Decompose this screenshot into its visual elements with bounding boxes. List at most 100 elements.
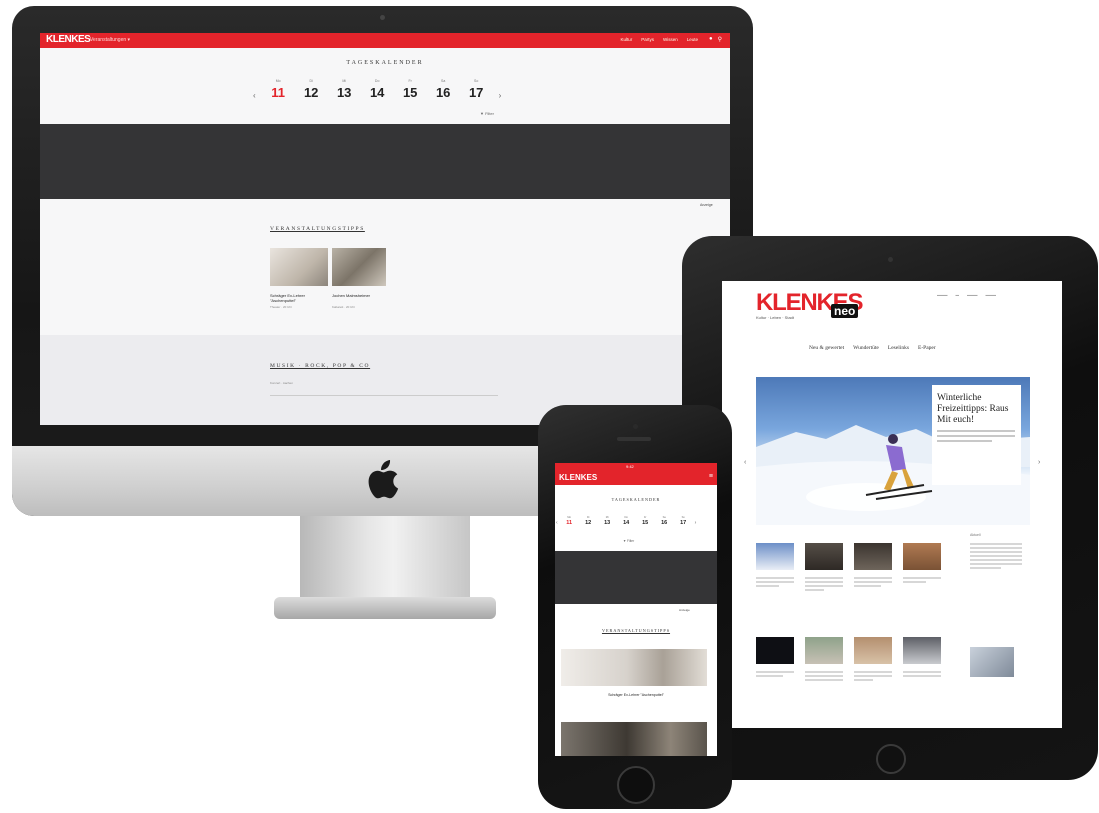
neo-badge: neo <box>831 304 859 318</box>
hero-textbox[interactable]: Winterliche Freizeittipps: Raus Mit euch… <box>932 385 1021 485</box>
user-icon[interactable]: ● <box>709 36 713 43</box>
imac-camera <box>380 15 385 20</box>
desktop-screen: KLENKES Veranstaltungen ▾ Kultur Partys … <box>40 33 730 425</box>
article-thumbnail[interactable] <box>854 543 892 570</box>
calendar-day[interactable]: Di 12 <box>581 516 596 526</box>
article-teaser <box>854 575 892 589</box>
event-title[interactable]: Schräger Ex-Lehrer "Aschenputtel" <box>270 293 328 303</box>
nav-item[interactable]: Wissen <box>663 37 678 42</box>
article-teaser <box>756 575 794 589</box>
main-nav: Kultur Partys Wissen Leute <box>620 37 698 42</box>
article-thumbnail[interactable] <box>903 543 941 570</box>
hero-headline[interactable]: Winterliche Freizeittipps: Raus Mit euch… <box>937 393 1021 426</box>
calendar-title: TAGESKALENDER <box>611 497 661 502</box>
calendar-day[interactable]: Fr 15 <box>400 79 421 100</box>
nav-item[interactable]: Partys <box>641 37 654 42</box>
section-title[interactable]: MUSIK · ROCK, POP & CO <box>270 363 370 369</box>
prev-arrow-icon[interactable]: ‹ <box>253 91 256 100</box>
calendar-title: TAGESKALENDER <box>346 60 424 66</box>
event-meta: Kabarett · 20 Uhr <box>332 305 356 309</box>
article-teaser <box>903 575 941 585</box>
ad-label: Anzeige <box>679 608 690 612</box>
section-title[interactable]: VERANSTALTUNGSTIPPS <box>270 226 365 232</box>
article-thumbnail[interactable] <box>903 637 941 664</box>
calendar-day[interactable]: So 17 <box>676 516 691 526</box>
ipad-camera <box>888 257 893 262</box>
filter-button[interactable]: ▼ Filter <box>480 111 494 116</box>
divider <box>270 395 498 396</box>
article-teaser <box>854 669 892 683</box>
day-calendar: ‹ Mo 11 Di 12 Mi 13 Do 14 Fr 15 Sa 16 So 17 › <box>253 79 501 100</box>
calendar-day[interactable]: Sa 16 <box>433 79 454 100</box>
iphone-home-button <box>617 766 655 804</box>
prev-arrow-icon[interactable]: ‹ <box>556 520 558 526</box>
apple-logo-icon <box>368 460 399 499</box>
phone-screen: 9:42 KLENKES ≡ TAGESKALENDER ‹ Mo 11 Di 12… <box>555 463 717 756</box>
sidebar-ad[interactable] <box>970 647 1014 677</box>
calendar-day[interactable]: Mi 13 <box>334 79 355 100</box>
calendar-day[interactable]: So 17 <box>466 79 487 100</box>
article-thumbnail[interactable] <box>756 543 794 570</box>
tablet-screen: KLENKES neo Kultur · Leben · Stadt ▬▬▬ ▬ ▬… <box>722 281 1062 728</box>
calendar-day[interactable]: Do 14 <box>619 516 634 526</box>
article-teaser <box>903 669 941 679</box>
section-title[interactable]: VERANSTALTUNGSTIPPS <box>555 628 717 633</box>
sidebar-text <box>970 541 1022 571</box>
imac-stand <box>300 516 470 600</box>
ipad-home-button <box>876 744 906 774</box>
prev-arrow-icon[interactable]: ‹ <box>744 459 746 466</box>
hero-slider[interactable]: Winterliche Freizeittipps: Raus Mit euch… <box>756 377 1030 525</box>
event-meta: Theater · 20 Uhr <box>270 305 293 309</box>
site-logo[interactable]: KLENKES <box>46 34 91 45</box>
status-bar <box>555 463 717 471</box>
event-thumbnail[interactable] <box>561 649 707 686</box>
calendar-day[interactable]: Fr 15 <box>638 516 653 526</box>
event-thumbnail[interactable] <box>561 722 707 756</box>
status-time: 9:42 <box>626 464 634 469</box>
calendar-day[interactable]: Do 14 <box>367 79 388 100</box>
header-icons: ● ⚲ <box>709 36 722 43</box>
article-thumbnail[interactable] <box>854 637 892 664</box>
calendar-day[interactable]: Di 12 <box>301 79 322 100</box>
ad-banner <box>555 551 717 604</box>
event-thumbnail[interactable] <box>270 248 328 286</box>
article-teaser <box>805 669 843 683</box>
filter-button[interactable]: ▼ Filter <box>623 539 634 543</box>
hero-teaser <box>937 430 1015 445</box>
ad-label: Anzeige <box>700 203 713 207</box>
article-thumbnail[interactable] <box>805 543 843 570</box>
tagline: Kultur · Leben · Stadt <box>756 315 795 320</box>
event-title[interactable]: Schräger Ex-Lehrer "Aschenputtel" <box>555 693 717 697</box>
search-icon[interactable]: ⚲ <box>718 36 722 43</box>
nav-item[interactable]: Kultur <box>620 37 632 42</box>
ad-banner <box>40 124 730 199</box>
event-title[interactable]: Jochen Malmsheimer <box>332 293 386 298</box>
article-thumbnail[interactable] <box>805 637 843 664</box>
nav-item[interactable]: E-Paper <box>918 345 936 351</box>
nav-item[interactable]: Wundertüte <box>853 345 879 351</box>
article-teaser <box>805 575 843 593</box>
iphone-camera <box>633 424 638 429</box>
day-calendar: ‹ Mo 11 Di 12 Mi 13 Do 14 Fr 15 Sa 16 So 17 › <box>556 516 696 526</box>
menu-icon[interactable]: ≡ <box>709 473 713 480</box>
calendar-day[interactable]: Mo 11 <box>562 516 577 526</box>
top-links: ▬▬▬ ▬ ▬▬▬ ▬▬▬ <box>937 293 996 297</box>
calendar-day[interactable]: Sa 16 <box>657 516 672 526</box>
next-arrow-icon[interactable]: › <box>1038 459 1040 466</box>
calendar-day[interactable]: Mi 13 <box>600 516 615 526</box>
calendar-day[interactable]: Mo 11 <box>268 79 289 100</box>
next-arrow-icon[interactable]: › <box>499 91 502 100</box>
site-logo[interactable]: KLENKES <box>559 473 597 482</box>
main-nav: Neu & gewertet Wundertüte Leselinks E-Pa… <box>809 345 936 351</box>
article-thumbnail[interactable] <box>756 637 794 664</box>
event-thumbnail[interactable] <box>332 248 386 286</box>
nav-item[interactable]: Neu & gewertet <box>809 345 844 351</box>
nav-item[interactable]: Leute <box>687 37 698 42</box>
nav-item[interactable]: Leselinks <box>888 345 909 351</box>
iphone-speaker <box>617 437 651 441</box>
imac-foot <box>274 597 496 619</box>
next-arrow-icon[interactable]: › <box>695 520 697 526</box>
category-dropdown[interactable]: Veranstaltungen ▾ <box>90 37 130 43</box>
sidebar-title: Aktuell <box>970 533 981 537</box>
music-item[interactable]: Konzert · Aachen <box>270 381 293 385</box>
